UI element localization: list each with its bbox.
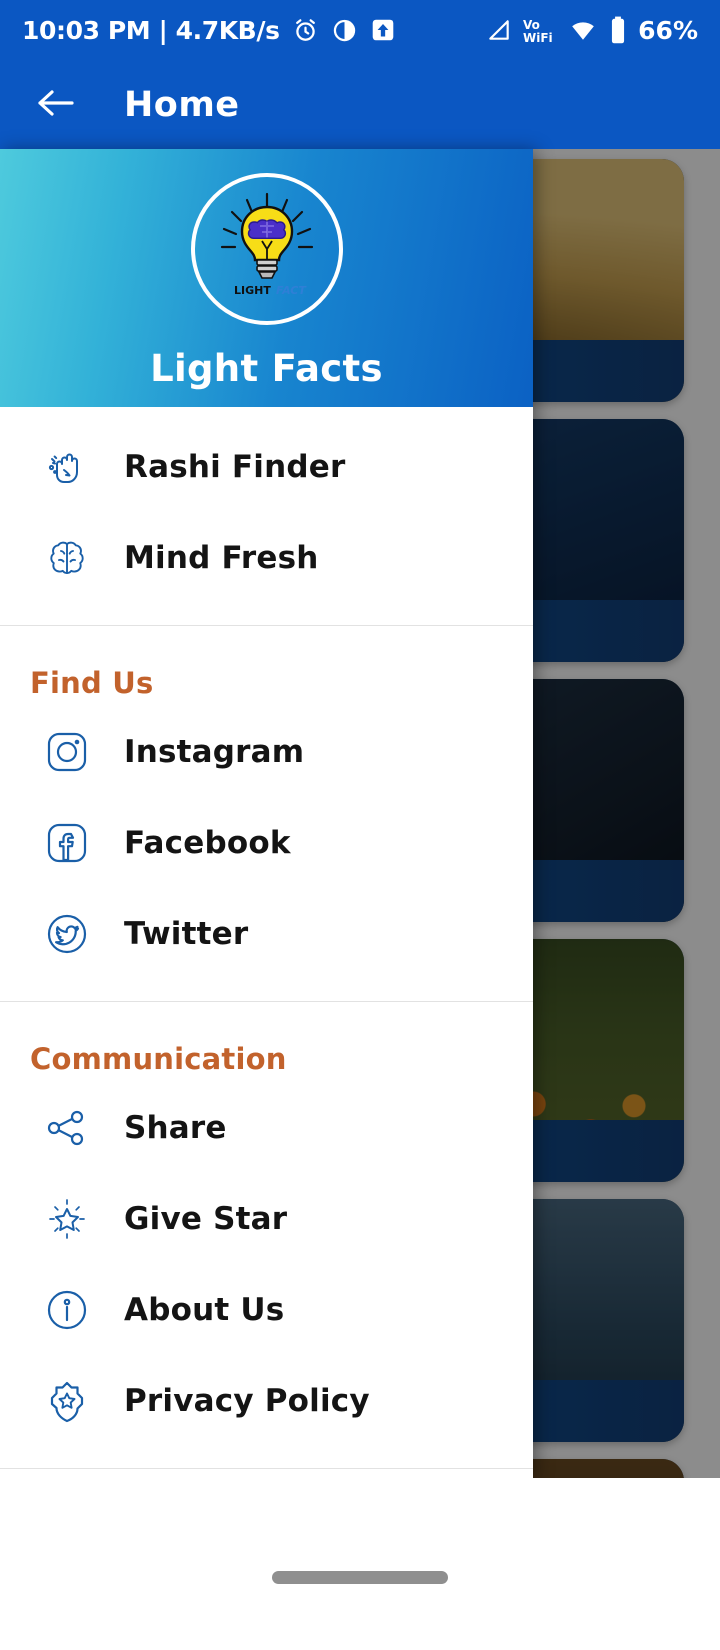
signal-triangle-icon [486, 17, 512, 43]
menu-item-label: Instagram [124, 733, 305, 770]
do-not-disturb-icon [331, 17, 358, 44]
drawer-menu: Rashi Finder Mind Fresh Find Us Instagra… [0, 407, 533, 1469]
system-navigation-bar [0, 1478, 720, 1650]
instagram-icon [36, 721, 98, 783]
twitter-icon [36, 903, 98, 965]
battery-icon [609, 16, 627, 44]
status-time-and-network-speed: 10:03 PM | 4.7KB/s [22, 15, 280, 45]
wifi-icon [568, 17, 598, 43]
find-us-group: Find Us Instagram Facebook Twitter [0, 626, 533, 1001]
primary-menu-group: Rashi Finder Mind Fresh [0, 407, 533, 625]
svg-text:LIGHT: LIGHT [234, 284, 271, 297]
menu-item-give-star[interactable]: Give Star [0, 1173, 533, 1264]
status-bar-left: 10:03 PM | 4.7KB/s [22, 16, 396, 45]
back-arrow-icon [34, 86, 78, 124]
brain-icon [36, 527, 98, 589]
battery-percent-label: 66% [638, 15, 698, 45]
back-button[interactable] [28, 77, 84, 133]
section-title-find-us: Find Us [30, 666, 154, 700]
drawer-header: LIGHT FACT Light Facts [0, 149, 533, 407]
app-name-label: Light Facts [150, 347, 383, 390]
phone-screen: 10:03 PM | 4.7KB/s Vo WiFi 66% Home LIGH… [0, 0, 720, 1650]
menu-item-label: Privacy Policy [124, 1382, 370, 1419]
vowifi-label: Vo WiFi [523, 16, 557, 44]
menu-item-label: About Us [124, 1291, 285, 1328]
menu-item-share[interactable]: Share [0, 1082, 533, 1173]
menu-item-about-us[interactable]: About Us [0, 1264, 533, 1355]
communication-group: Communication Share Give Star About Us P… [0, 1002, 533, 1468]
alarm-clock-icon [292, 17, 319, 44]
share-nodes-icon [36, 1097, 98, 1159]
menu-item-rashi-finder[interactable]: Rashi Finder [0, 421, 533, 512]
menu-item-instagram[interactable]: Instagram [0, 706, 533, 797]
menu-item-label: Rashi Finder [124, 448, 346, 485]
home-gesture-pill[interactable] [272, 1570, 448, 1584]
menu-item-facebook[interactable]: Facebook [0, 797, 533, 888]
facebook-icon [36, 812, 98, 874]
menu-item-privacy-policy[interactable]: Privacy Policy [0, 1355, 533, 1446]
status-bar-right: Vo WiFi 66% [486, 16, 698, 45]
menu-item-label: Twitter [124, 915, 249, 952]
menu-item-label: Share [124, 1109, 227, 1146]
app-logo: LIGHT FACT [190, 173, 343, 325]
menu-item-mind-fresh[interactable]: Mind Fresh [0, 512, 533, 603]
menu-item-label: Mind Fresh [124, 539, 319, 576]
upload-arrow-icon [370, 17, 396, 43]
app-bar: Home [0, 60, 720, 149]
menu-item-label: Facebook [124, 824, 291, 861]
star-rays-icon [36, 1188, 98, 1250]
lightbulb-brain-logo-icon: LIGHT FACT [204, 184, 330, 314]
status-bar: 10:03 PM | 4.7KB/s Vo WiFi 66% [0, 0, 720, 60]
palm-hand-icon [36, 436, 98, 498]
info-circle-icon [36, 1279, 98, 1341]
menu-item-label: Give Star [124, 1200, 288, 1237]
shield-star-icon [36, 1370, 98, 1432]
section-divider [0, 1468, 533, 1469]
svg-text:WiFi: WiFi [523, 31, 553, 44]
page-title: Home [124, 84, 240, 125]
section-title-communication: Communication [30, 1042, 287, 1076]
menu-item-twitter[interactable]: Twitter [0, 888, 533, 979]
svg-text:Vo: Vo [523, 18, 540, 32]
navigation-drawer: LIGHT FACT Light Facts Rashi Finder Mind… [0, 149, 533, 1478]
svg-text:FACT: FACT [276, 284, 307, 297]
